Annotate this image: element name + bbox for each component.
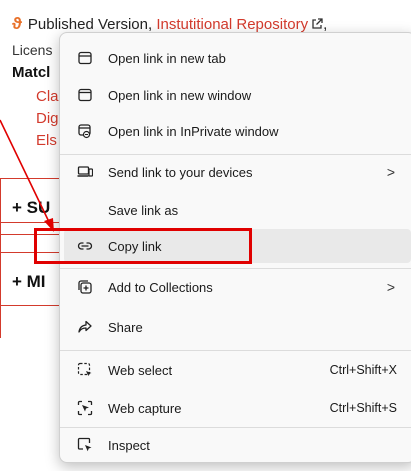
- annotation-arrow-icon: [0, 119, 54, 232]
